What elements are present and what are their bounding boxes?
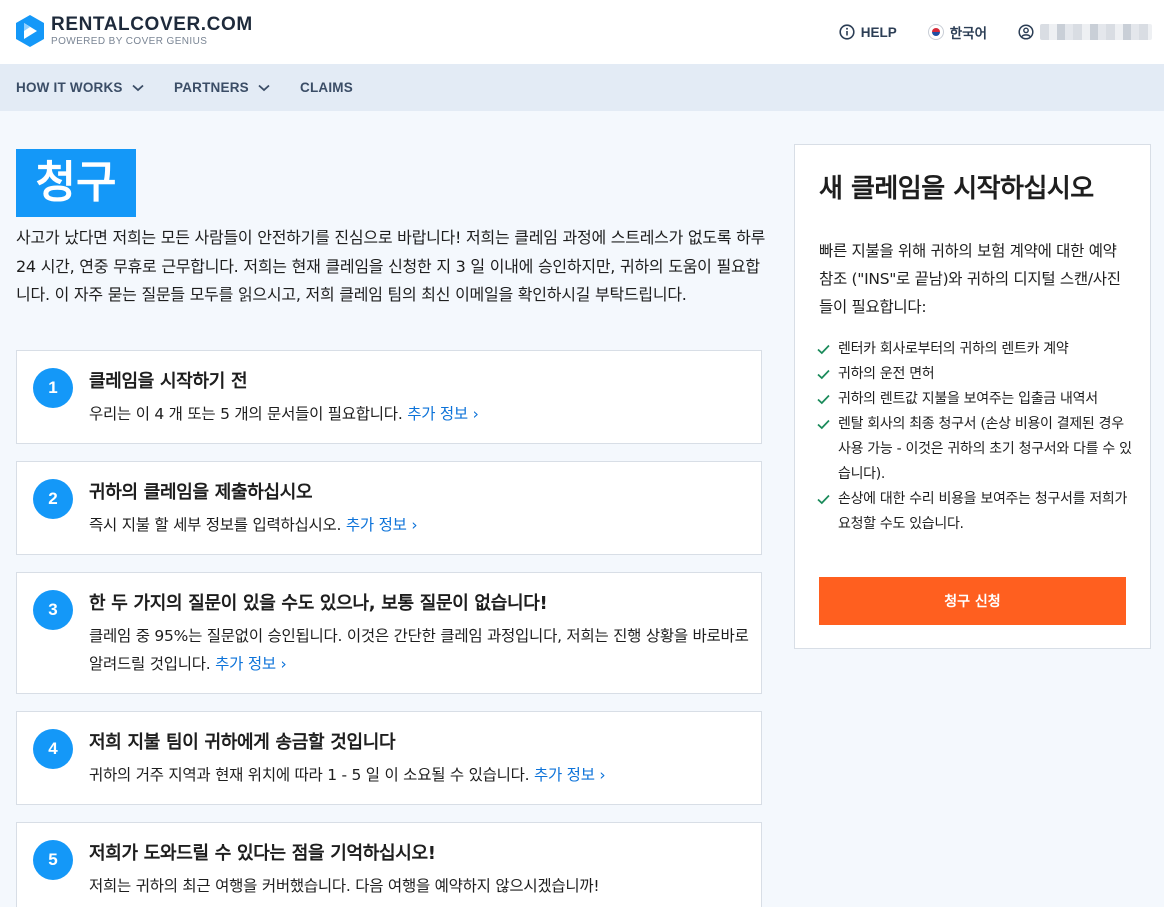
- more-info-link[interactable]: 추가 정보 ›: [346, 516, 418, 534]
- list-item: 렌탈 회사의 최종 청구서 (손상 비용이 결제된 경우 사용 가능 - 이것은…: [817, 412, 1135, 487]
- step-card-4: 4 저희 지불 팀이 귀하에게 송금할 것입니다 귀하의 거주 지역과 현재 위…: [16, 711, 762, 805]
- language-selector[interactable]: 한국어: [927, 22, 987, 42]
- checkmark-icon: [817, 494, 830, 505]
- step-number: 5: [33, 840, 73, 880]
- list-item: 귀하의 운전 면허: [817, 362, 1135, 387]
- more-info-link[interactable]: 추가 정보 ›: [407, 405, 479, 423]
- step-description: 귀하의 거주 지역과 현재 위치에 따라 1 - 5 일 이 소요될 수 있습니…: [89, 766, 606, 784]
- step-title: 저희 지불 팀이 귀하에게 송금할 것입니다: [89, 732, 396, 753]
- step-card-2: 2 귀하의 클레임을 제출하십시오 즉시 지불 할 세부 정보를 입력하십시오.…: [16, 461, 762, 555]
- info-icon: [839, 24, 855, 40]
- step-description: 우리는 이 4 개 또는 5 개의 문서들이 필요합니다. 추가 정보 ›: [89, 405, 479, 423]
- checkmark-icon: [817, 344, 830, 355]
- nav-claims[interactable]: CLAIMS: [300, 80, 353, 95]
- list-item: 귀하의 렌트값 지불을 보여주는 입출금 내역서: [817, 387, 1135, 412]
- start-claim-card: 새 클레임을 시작하십시오 빠른 지불을 위해 귀하의 보험 계약에 대한 예약…: [794, 144, 1151, 649]
- brand-logo[interactable]: RENTALCOVER.COM POWERED BY COVER GENIUS: [15, 14, 253, 48]
- nav-how-it-works-label: HOW IT WORKS: [16, 80, 123, 95]
- help-label: HELP: [860, 24, 897, 40]
- step-number: 4: [33, 729, 73, 769]
- step-title: 귀하의 클레임을 제출하십시오: [89, 482, 313, 503]
- step-card-3: 3 한 두 가지의 질문이 있을 수도 있으나, 보통 질문이 없습니다! 클레…: [16, 572, 762, 694]
- step-number: 1: [33, 368, 73, 408]
- brand-name: RENTALCOVER.COM: [51, 14, 253, 35]
- rentalcover-logo-icon: [16, 15, 44, 47]
- more-info-link[interactable]: 추가 정보 ›: [534, 766, 606, 784]
- help-link[interactable]: HELP: [839, 24, 897, 40]
- list-item: 렌터카 회사로부터의 귀하의 렌트카 계약: [817, 337, 1135, 362]
- account-menu[interactable]: [1018, 24, 1152, 40]
- page-title: 청구: [16, 149, 136, 217]
- step-card-1: 1 클레임을 시작하기 전 우리는 이 4 개 또는 5 개의 문서들이 필요합…: [16, 350, 762, 444]
- checkmark-icon: [817, 369, 830, 380]
- start-claim-title: 새 클레임을 시작하십시오: [819, 174, 1094, 204]
- more-info-link[interactable]: 추가 정보 ›: [215, 655, 287, 673]
- step-card-5: 5 저희가 도와드릴 수 있다는 점을 기억하십시오! 저희는 귀하의 최근 여…: [16, 822, 762, 907]
- nav-claims-label: CLAIMS: [300, 80, 353, 95]
- main-nav: HOW IT WORKS PARTNERS CLAIMS: [0, 64, 1164, 111]
- step-description: 클레임 중 95%는 질문없이 승인됩니다. 이것은 간단한 클레임 과정입니다…: [89, 627, 749, 673]
- required-documents-list: 렌터카 회사로부터의 귀하의 렌트카 계약 귀하의 운전 면허 귀하의 렌트값 …: [817, 337, 1135, 537]
- nav-partners[interactable]: PARTNERS: [174, 80, 270, 95]
- chevron-down-icon: [132, 84, 144, 91]
- user-icon: [1018, 24, 1034, 40]
- header-utilities: HELP 한국어: [808, 22, 1152, 42]
- step-title: 한 두 가지의 질문이 있을 수도 있으나, 보통 질문이 없습니다!: [89, 593, 548, 614]
- nav-how-it-works[interactable]: HOW IT WORKS: [16, 80, 144, 95]
- top-header: RENTALCOVER.COM POWERED BY COVER GENIUS …: [0, 0, 1164, 64]
- step-number: 3: [33, 590, 73, 630]
- brand-tagline: POWERED BY COVER GENIUS: [51, 36, 208, 47]
- checkmark-icon: [817, 394, 830, 405]
- intro-text: 사고가 났다면 저희는 모든 사람들이 안전하기를 진심으로 바랍니다! 저희는…: [16, 228, 766, 305]
- step-description: 즉시 지불 할 세부 정보를 입력하십시오. 추가 정보 ›: [89, 516, 418, 534]
- chevron-down-icon: [258, 84, 270, 91]
- korea-flag-icon: [927, 24, 944, 40]
- language-label: 한국어: [949, 26, 987, 41]
- step-title: 클레임을 시작하기 전: [89, 371, 248, 392]
- submit-claim-button[interactable]: 청구 신청: [819, 577, 1126, 625]
- account-name-redacted: [1040, 24, 1152, 40]
- nav-partners-label: PARTNERS: [174, 80, 249, 95]
- step-title: 저희가 도와드릴 수 있다는 점을 기억하십시오!: [89, 843, 436, 864]
- start-claim-description: 빠른 지불을 위해 귀하의 보험 계약에 대한 예약 참조 ("INS"로 끝남…: [819, 242, 1121, 316]
- checkmark-icon: [817, 419, 830, 430]
- list-item: 손상에 대한 수리 비용을 보여주는 청구서를 저희가 요청할 수도 있습니다.: [817, 487, 1135, 537]
- step-description: 저희는 귀하의 최근 여행을 커버했습니다. 다음 여행을 예약하지 않으시겠습…: [89, 877, 600, 895]
- step-number: 2: [33, 479, 73, 519]
